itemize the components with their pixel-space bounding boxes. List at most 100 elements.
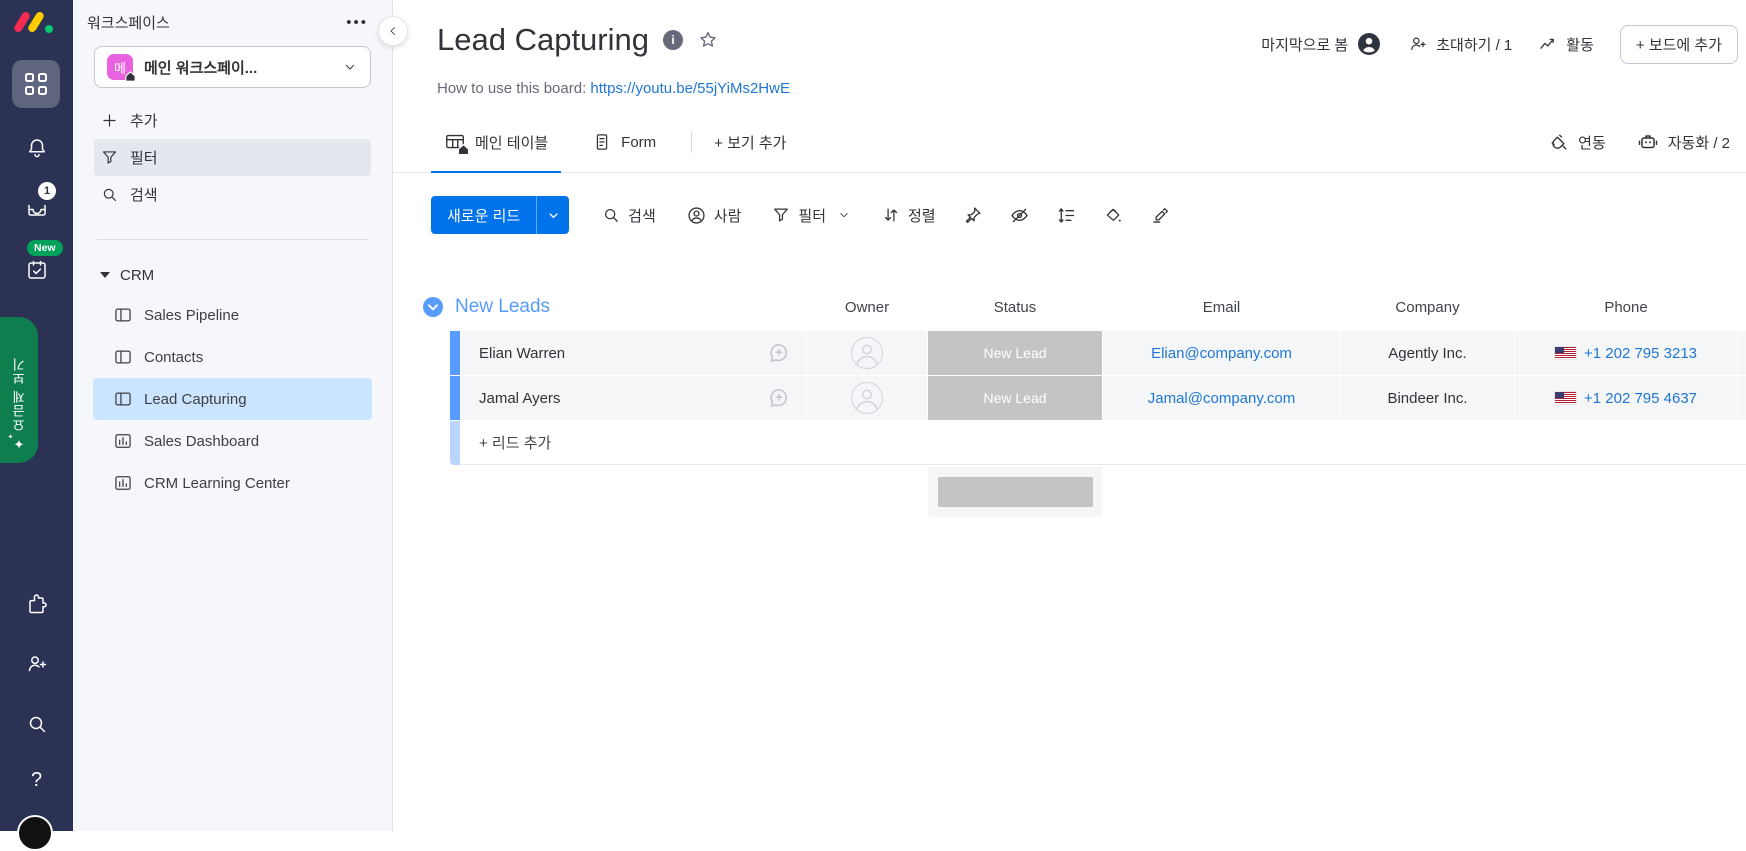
us-flag-icon bbox=[1554, 347, 1576, 359]
toolbar-row-height-button[interactable] bbox=[1056, 205, 1077, 226]
toolbar-filter-label: 필터 bbox=[798, 207, 826, 225]
new-badge: New bbox=[27, 240, 63, 256]
help-button[interactable]: ? bbox=[0, 762, 73, 798]
status-cell[interactable]: New Lead bbox=[928, 331, 1102, 375]
lead-name-cell[interactable]: Elian Warren bbox=[461, 331, 806, 375]
how-to-link[interactable]: https://youtu.be/55jYiMs2HwE bbox=[590, 80, 790, 97]
column-header-email[interactable]: Email bbox=[1103, 299, 1340, 316]
workspace-selector[interactable]: 메 메인 워크스페이... bbox=[94, 46, 371, 88]
email-cell[interactable]: Jamal@company.com bbox=[1103, 376, 1340, 420]
toolbar-hide-button[interactable] bbox=[1009, 205, 1030, 226]
phone-cell[interactable]: +1 202 795 4637 bbox=[1515, 376, 1737, 420]
add-lead-button[interactable]: + 리드 추가 bbox=[461, 421, 1746, 465]
sidebar-collapse-button[interactable] bbox=[378, 16, 408, 46]
global-search-button[interactable] bbox=[0, 706, 73, 742]
phone-link: +1 202 795 4637 bbox=[1583, 389, 1698, 407]
favorite-star-button[interactable] bbox=[697, 29, 719, 51]
search-icon bbox=[605, 208, 619, 222]
toolbar-filter-button[interactable]: 필터 bbox=[771, 205, 851, 226]
sidebar-menu-dots[interactable]: ••• bbox=[346, 14, 368, 31]
sidebar-board-sales-dashboard[interactable]: Sales Dashboard bbox=[93, 420, 372, 462]
sidebar-item-add[interactable]: 추가 bbox=[94, 102, 371, 139]
toolbar-search-button[interactable]: 검색 bbox=[601, 205, 656, 226]
sidebar-item-label: 검색 bbox=[130, 187, 158, 204]
toolbar-sort-button[interactable]: 정렬 bbox=[881, 205, 936, 226]
work-management-button[interactable]: New bbox=[0, 240, 73, 288]
toolbar-color-button[interactable] bbox=[1103, 205, 1124, 226]
toolbar-person-button[interactable]: 사람 bbox=[686, 205, 742, 226]
owner-cell[interactable] bbox=[807, 376, 927, 420]
table-row: Jamal Ayers New Lead Jamal@company.com B… bbox=[450, 376, 1746, 420]
automate-label: 자동화 / 2 bbox=[1667, 134, 1730, 152]
group-title[interactable]: New Leads bbox=[450, 296, 806, 318]
column-header-status[interactable]: Status bbox=[928, 299, 1102, 316]
status-summary-cell bbox=[928, 467, 1102, 517]
workspace-name: 메인 워크스페이... bbox=[144, 59, 258, 77]
integrate-button[interactable]: 연동 bbox=[1548, 131, 1606, 153]
person-circle-icon bbox=[688, 206, 705, 224]
row-color-bar[interactable] bbox=[450, 376, 460, 420]
last-seen-button[interactable]: 마지막으로 봄 bbox=[1261, 31, 1382, 57]
status-distribution-bar[interactable] bbox=[937, 477, 1093, 507]
bell-icon bbox=[28, 139, 45, 158]
column-header-company[interactable]: Company bbox=[1341, 299, 1514, 316]
person-add-icon bbox=[1411, 37, 1426, 51]
invite-members-button[interactable] bbox=[0, 646, 73, 682]
email-cell[interactable]: Elian@company.com bbox=[1103, 331, 1340, 375]
status-cell[interactable]: New Lead bbox=[928, 376, 1102, 420]
board-label: Lead Capturing bbox=[144, 390, 247, 408]
funnel-icon bbox=[774, 208, 789, 222]
add-update-button[interactable] bbox=[766, 340, 792, 366]
main-table-icon bbox=[444, 131, 470, 156]
sidebar-board-sales-pipeline[interactable]: Sales Pipeline bbox=[93, 294, 372, 336]
new-lead-label[interactable]: 새로운 리드 bbox=[431, 196, 536, 234]
monday-logo-icon[interactable] bbox=[12, 9, 56, 39]
board-info-button[interactable]: i bbox=[663, 30, 683, 50]
toolbar-edit-button[interactable] bbox=[1150, 205, 1171, 226]
add-view-button[interactable]: + 보기 추가 bbox=[714, 132, 786, 153]
apps-grid-button[interactable] bbox=[12, 60, 60, 108]
inbox-button[interactable]: 1 bbox=[0, 182, 73, 226]
add-update-button[interactable] bbox=[766, 385, 792, 411]
lead-name-cell[interactable]: Jamal Ayers bbox=[461, 376, 806, 420]
paint-bucket-icon bbox=[1106, 208, 1121, 222]
board-label: Sales Dashboard bbox=[144, 432, 260, 450]
column-header-owner[interactable]: Owner bbox=[807, 299, 927, 316]
last-seen-label: 마지막으로 봄 bbox=[1261, 36, 1349, 54]
new-lead-dropdown[interactable] bbox=[536, 196, 569, 234]
user-avatar[interactable] bbox=[17, 815, 53, 851]
tab-main-table[interactable]: 메인 테이블 bbox=[431, 112, 562, 173]
email-link: Elian@company.com bbox=[1151, 344, 1292, 362]
toolbar-pin-button[interactable] bbox=[962, 205, 983, 226]
integrate-label: 연동 bbox=[1578, 134, 1606, 152]
group-collapse-button[interactable] bbox=[423, 297, 443, 317]
phone-cell[interactable]: +1 202 795 3213 bbox=[1515, 331, 1737, 375]
table-row: Elian Warren New Lead Elian@company.com … bbox=[450, 331, 1746, 375]
chevron-down-icon[interactable] bbox=[837, 208, 851, 222]
owner-cell[interactable] bbox=[807, 331, 927, 375]
dashboard-chart-icon bbox=[115, 476, 131, 490]
toolbar-person-label: 사람 bbox=[713, 207, 742, 225]
new-lead-button[interactable]: 새로운 리드 bbox=[431, 196, 570, 234]
column-header-phone[interactable]: Phone bbox=[1515, 299, 1737, 316]
apps-marketplace-button[interactable] bbox=[0, 586, 73, 622]
folder-crm[interactable]: CRM bbox=[73, 256, 392, 294]
notifications-button[interactable] bbox=[0, 130, 73, 166]
pen-icon bbox=[1152, 207, 1168, 223]
sidebar-board-crm-learning-center[interactable]: CRM Learning Center bbox=[93, 462, 372, 504]
sidebar-item-search[interactable]: 검색 bbox=[94, 176, 371, 213]
automate-button[interactable]: 자동화 / 2 bbox=[1636, 130, 1730, 154]
row-end-cell bbox=[1738, 331, 1746, 375]
add-to-board-button[interactable]: + 보드에 추가 bbox=[1619, 24, 1738, 64]
invite-button[interactable]: 초대하기 / 1 bbox=[1408, 34, 1512, 55]
see-plans-tab[interactable]: 요금제 보기 ✦ ✦ bbox=[0, 317, 38, 463]
board-view: Lead Capturing i 마지막으로 봄 초대하기 / 1 활동 + 보… bbox=[392, 0, 1746, 831]
sidebar-item-filter[interactable]: 필터 bbox=[94, 139, 371, 176]
sidebar-board-contacts[interactable]: Contacts bbox=[93, 336, 372, 378]
tab-form[interactable]: Form bbox=[579, 112, 669, 172]
activity-button[interactable]: 활동 bbox=[1538, 34, 1594, 55]
row-color-bar[interactable] bbox=[450, 331, 460, 375]
company-cell[interactable]: Bindeer Inc. bbox=[1341, 376, 1514, 420]
company-cell[interactable]: Agently Inc. bbox=[1341, 331, 1514, 375]
sidebar-board-lead-capturing[interactable]: Lead Capturing bbox=[93, 378, 372, 420]
